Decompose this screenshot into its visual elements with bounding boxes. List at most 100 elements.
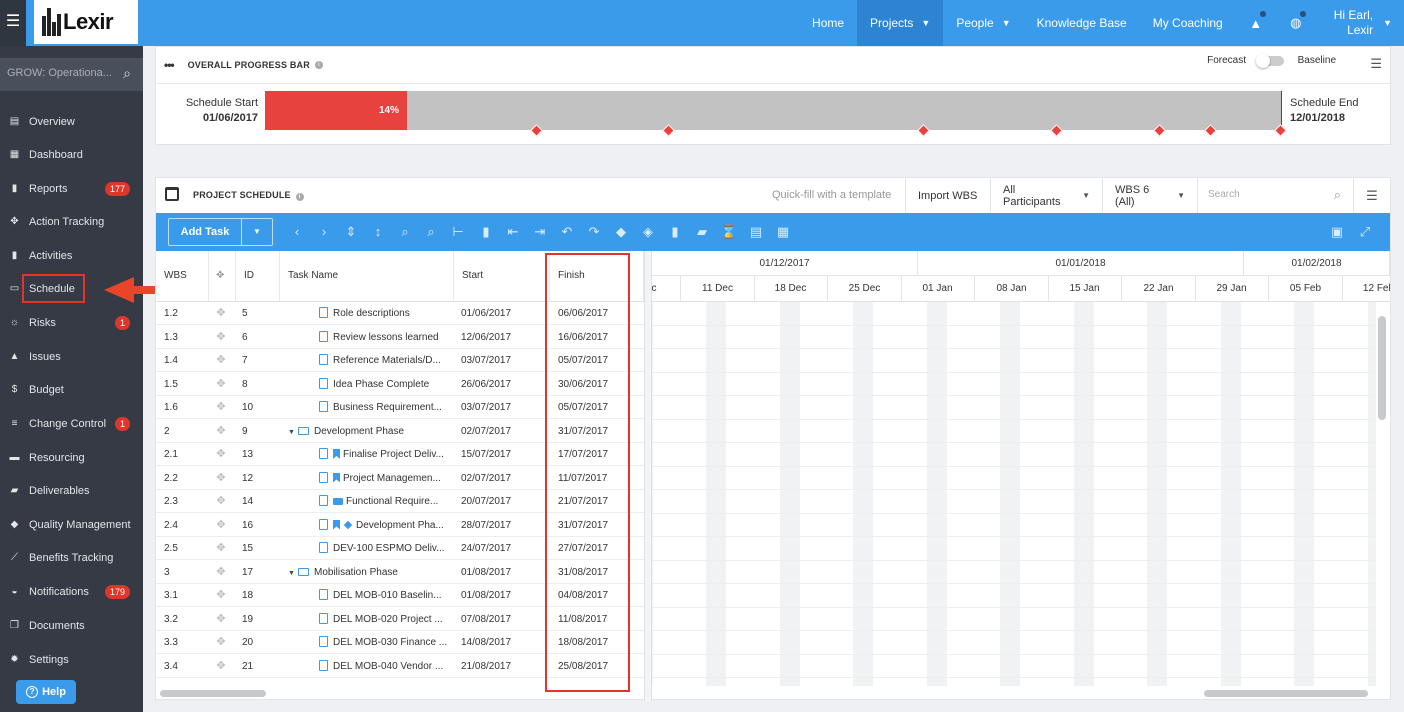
sidebar-item-notifications[interactable]: ◒ Notifications 179 [0, 575, 143, 608]
progress-menu-icon[interactable]: ☰ [1370, 56, 1382, 72]
chevron-right-icon[interactable]: › [314, 222, 334, 242]
row-task-name[interactable]: DEL MOB-040 Vendor ... [319, 655, 479, 678]
sidebar-item-deliverables[interactable]: ▰ Deliverables [0, 474, 143, 507]
search-icon[interactable]: ⌕ [1334, 187, 1341, 203]
redo-icon[interactable]: ↷ [584, 222, 604, 242]
row-task-name[interactable]: ▼ Mobilisation Phase [288, 561, 448, 584]
user-menu[interactable]: Hi Earl, Lexir ▼ [1316, 0, 1404, 46]
drag-handle-icon[interactable]: ✥ [210, 443, 232, 466]
drag-handle-icon[interactable]: ✥ [210, 396, 232, 419]
drag-handle-icon[interactable]: ✥ [210, 420, 232, 443]
project-search-input[interactable]: GROW: Operationa... ⌕ [0, 58, 143, 91]
calendar-icon[interactable]: ▦ [773, 222, 793, 242]
drag-handle-icon[interactable]: ✥ [210, 631, 232, 654]
milestone-icon[interactable]: ◆ [611, 222, 631, 242]
row-task-name[interactable]: Development Pha... [319, 514, 479, 537]
drag-handle-icon[interactable]: ✥ [210, 373, 232, 396]
fullscreen-icon[interactable]: ⤢ [1355, 222, 1375, 242]
globe-icon[interactable]: ◍ [1276, 0, 1316, 46]
info-icon[interactable]: i [295, 193, 304, 201]
sidebar-item-benefits-tracking[interactable]: ⟋ Benefits Tracking [0, 541, 143, 574]
outdent-icon[interactable]: ⇤ [503, 222, 523, 242]
drag-handle-icon[interactable]: ✥ [210, 349, 232, 372]
drag-handle-icon[interactable]: ✥ [210, 514, 232, 537]
nav-item-my-coaching[interactable]: My Coaching [1140, 0, 1236, 46]
sidebar-item-budget[interactable]: $ Budget [0, 373, 143, 406]
row-task-name[interactable]: ▼ Development Phase [288, 420, 448, 443]
dependency-icon[interactable]: ⊢ [448, 222, 468, 242]
drag-handle-icon[interactable]: ✥ [210, 561, 232, 584]
sidebar-item-dashboard[interactable]: ▦ Dashboard [0, 138, 143, 171]
drag-handle-icon[interactable]: ✥ [210, 326, 232, 349]
add-task-button[interactable]: Add Task ▼ [168, 218, 273, 246]
collapse-all-icon[interactable]: ⇕ [341, 222, 361, 242]
sidebar-item-action-tracking[interactable]: ✥ Action Tracking [0, 205, 143, 238]
list-icon[interactable]: ▤ [746, 222, 766, 242]
column-header-id[interactable]: ID [236, 251, 280, 302]
expand-all-icon[interactable]: ↕ [368, 222, 388, 242]
help-button[interactable]: ? Help [16, 680, 76, 704]
chevron-left-icon[interactable]: ‹ [287, 222, 307, 242]
bookmark-icon[interactable]: ▮ [665, 222, 685, 242]
search-icon[interactable]: ⌕ [123, 65, 131, 82]
hourglass-icon[interactable]: ⌛ [719, 222, 739, 242]
sidebar-item-risks[interactable]: ☼ Risks 1 [0, 306, 143, 339]
sidebar-item-quality-management[interactable]: ◆ Quality Management [0, 508, 143, 541]
nav-item-projects[interactable]: Projects ▼ [857, 0, 944, 46]
row-task-name[interactable]: Role descriptions [319, 302, 479, 325]
row-task-name[interactable]: Review lessons learned [319, 326, 479, 349]
drag-handle-icon[interactable]: ✥ [210, 302, 232, 325]
schedule-search-input[interactable]: Search ⌕ [1197, 178, 1353, 213]
sidebar-item-settings[interactable]: ✹ Settings [0, 643, 143, 676]
alerts-icon[interactable]: ▲ [1236, 0, 1276, 46]
sidebar-item-documents[interactable]: ❐ Documents [0, 609, 143, 642]
drag-handle-icon[interactable]: ✥ [210, 584, 232, 607]
vertical-scrollbar[interactable] [1378, 316, 1386, 420]
row-task-name[interactable]: Business Requirement... [319, 396, 479, 419]
nav-item-home[interactable]: Home [799, 0, 857, 46]
expand-toggle-icon[interactable]: ▼ [288, 562, 298, 584]
row-task-name[interactable]: DEL MOB-030 Finance ... [319, 631, 479, 654]
grid-horizontal-scrollbar[interactable] [160, 690, 266, 697]
quickfill-template-link[interactable]: Quick-fill with a template [772, 189, 891, 201]
gantt-horizontal-scrollbar[interactable] [1204, 690, 1368, 697]
zoom-out-icon[interactable]: ⌕ [395, 222, 415, 242]
sidebar-item-change-control[interactable]: ≡ Change Control 1 [0, 407, 143, 440]
row-task-name[interactable]: Project Managemen... [319, 467, 479, 490]
sidebar-item-activities[interactable]: ▮ Activities [0, 239, 143, 272]
import-wbs-button[interactable]: Import WBS [905, 178, 990, 213]
delete-icon[interactable]: ▮ [476, 222, 496, 242]
drag-handle-icon[interactable]: ✥ [210, 655, 232, 678]
indent-icon[interactable]: ⇥ [530, 222, 550, 242]
row-task-name[interactable]: Finalise Project Deliv... [319, 443, 479, 466]
row-task-name[interactable]: DEL MOB-020 Project ... [319, 608, 479, 631]
column-header-task-name[interactable]: Task Name [280, 251, 454, 302]
row-task-name[interactable]: Reference Materials/D... [319, 349, 479, 372]
lexir-logo[interactable]: Lexir [34, 0, 138, 44]
row-task-name[interactable]: DEL MOB-010 Baselin... [319, 584, 479, 607]
milestone-outline-icon[interactable]: ◈ [638, 222, 658, 242]
column-header-start[interactable]: Start [454, 251, 550, 302]
info-icon[interactable]: i [314, 61, 323, 69]
ellipsis-icon[interactable]: ••• [164, 58, 175, 72]
drag-handle-icon[interactable]: ✥ [210, 467, 232, 490]
drag-handle-icon[interactable]: ✥ [210, 608, 232, 631]
sidebar-item-issues[interactable]: ▲ Issues [0, 340, 143, 373]
wbs-level-dropdown[interactable]: WBS 6 (All) ▼ [1102, 178, 1197, 213]
participants-dropdown[interactable]: All Participants ▼ [990, 178, 1102, 213]
schedule-menu-icon[interactable]: ☰ [1353, 178, 1390, 213]
drag-handle-icon[interactable]: ✥ [210, 490, 232, 513]
row-task-name[interactable]: Idea Phase Complete [319, 373, 479, 396]
save-icon[interactable]: ▣ [1327, 222, 1347, 242]
grid-gantt-splitter[interactable] [644, 251, 652, 701]
add-task-dropdown-icon[interactable]: ▼ [241, 219, 272, 245]
truck-icon[interactable]: ▰ [692, 222, 712, 242]
hamburger-menu-icon[interactable]: ☰ [0, 0, 26, 46]
expand-toggle-icon[interactable]: ▼ [288, 421, 298, 443]
column-header-wbs[interactable]: WBS [156, 251, 209, 302]
drag-handle-icon[interactable]: ✥ [210, 537, 232, 560]
sidebar-item-resourcing[interactable]: ▬ Resourcing [0, 441, 143, 474]
nav-item-knowledge-base[interactable]: Knowledge Base [1024, 0, 1140, 46]
row-task-name[interactable]: Functional Require... [319, 490, 479, 513]
row-task-name[interactable]: DEV-100 ESPMO Deliv... [319, 537, 479, 560]
